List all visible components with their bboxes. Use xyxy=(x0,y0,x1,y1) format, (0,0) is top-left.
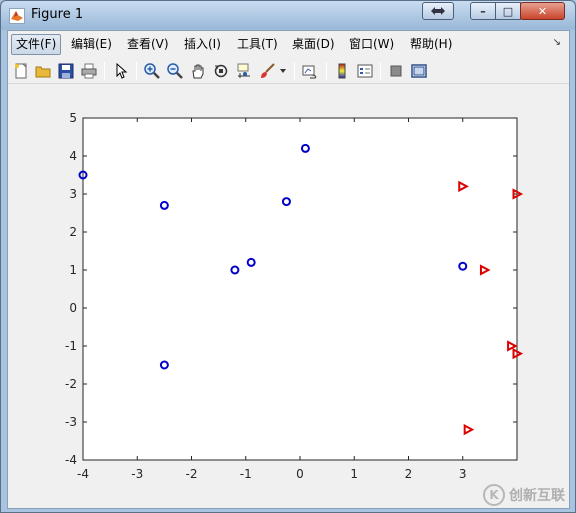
watermark-logo-icon: K xyxy=(483,484,505,506)
x-tick-label: 3 xyxy=(459,467,467,481)
restore-pane-icon[interactable] xyxy=(422,2,454,20)
figure-toolbar xyxy=(8,58,569,84)
watermark-text: 创新互联 xyxy=(509,488,565,504)
y-tick-label: 0 xyxy=(69,301,77,315)
watermark: K 创新互联 xyxy=(483,484,565,506)
print-icon[interactable] xyxy=(79,61,99,81)
y-tick-labels: -4 -3 -2 -1 0 1 2 3 4 5 xyxy=(65,111,77,467)
toolbar-separator xyxy=(104,62,105,80)
axes-box[interactable] xyxy=(82,117,518,461)
y-tick-label: -1 xyxy=(65,339,77,353)
x-tick-label: 1 xyxy=(350,467,358,481)
save-icon[interactable] xyxy=(56,61,76,81)
toolbar-separator xyxy=(136,62,137,80)
link-plot-icon[interactable] xyxy=(300,61,320,81)
brush-icon[interactable] xyxy=(257,61,277,81)
pointer-icon[interactable] xyxy=(111,61,131,81)
hide-plot-tools-icon[interactable] xyxy=(386,61,406,81)
menu-file[interactable]: 文件(F) xyxy=(11,34,62,55)
x-tick-label: -1 xyxy=(240,467,252,481)
dropdown-arrow-icon[interactable] xyxy=(278,61,288,81)
menu-help[interactable]: 帮助(H) xyxy=(405,34,457,55)
x-tick-label: 2 xyxy=(405,467,413,481)
pan-hand-icon[interactable] xyxy=(188,61,208,81)
y-tick-label: 1 xyxy=(69,263,77,277)
y-tick-label: -3 xyxy=(65,415,77,429)
zoom-out-icon[interactable] xyxy=(165,61,185,81)
x-tick-label: -4 xyxy=(77,467,89,481)
figure-window: Figure 1 – □ ✕ 文件(F) 编辑(E) 查看(V) 插入(I) 工… xyxy=(0,0,576,513)
show-plot-tools-icon[interactable] xyxy=(409,61,429,81)
x-tick-label: -3 xyxy=(131,467,143,481)
data-cursor-icon[interactable] xyxy=(234,61,254,81)
y-tick-label: 2 xyxy=(69,225,77,239)
toolbar-separator xyxy=(294,62,295,80)
x-tick-label: -2 xyxy=(186,467,198,481)
figure-canvas[interactable]: -4 -3 -2 -1 0 1 2 3 -4 -3 -2 -1 0 1 2 3 4 5 xyxy=(8,85,569,508)
toolbar-separator xyxy=(326,62,327,80)
rotate-3d-icon[interactable] xyxy=(211,61,231,81)
maximize-button[interactable]: □ xyxy=(495,2,521,20)
window-title: Figure 1 xyxy=(31,7,84,22)
matlab-logo-icon xyxy=(9,8,25,24)
y-tick-label: 3 xyxy=(69,187,77,201)
legend-icon[interactable] xyxy=(355,61,375,81)
menu-desktop[interactable]: 桌面(D) xyxy=(287,34,340,55)
toolbar-separator xyxy=(380,62,381,80)
minimize-button[interactable]: – xyxy=(470,2,496,20)
x-tick-labels: -4 -3 -2 -1 0 1 2 3 xyxy=(77,467,467,481)
menu-view[interactable]: 查看(V) xyxy=(122,34,174,55)
menu-edit[interactable]: 编辑(E) xyxy=(66,34,117,55)
chevron-overflow-icon[interactable]: ↘ xyxy=(553,37,561,48)
zoom-in-icon[interactable] xyxy=(142,61,162,81)
y-tick-label: 4 xyxy=(69,149,77,163)
y-tick-label: -2 xyxy=(65,377,77,391)
title-bar[interactable]: Figure 1 – □ ✕ xyxy=(1,1,575,30)
menu-tools[interactable]: 工具(T) xyxy=(232,34,283,55)
x-tick-label: 0 xyxy=(296,467,304,481)
figure-client-area: 文件(F) 编辑(E) 查看(V) 插入(I) 工具(T) 桌面(D) 窗口(W… xyxy=(7,30,570,509)
close-button[interactable]: ✕ xyxy=(520,2,565,20)
colorbar-icon[interactable] xyxy=(332,61,352,81)
menu-bar: 文件(F) 编辑(E) 查看(V) 插入(I) 工具(T) 桌面(D) 窗口(W… xyxy=(8,31,569,57)
new-figure-icon[interactable] xyxy=(11,61,31,81)
y-tick-label: 5 xyxy=(69,111,77,125)
y-tick-label: -4 xyxy=(65,453,77,467)
menu-window[interactable]: 窗口(W) xyxy=(344,34,399,55)
scatter-plot[interactable]: -4 -3 -2 -1 0 1 2 3 -4 -3 -2 -1 0 1 2 3 4 5 xyxy=(8,85,569,508)
open-file-icon[interactable] xyxy=(33,61,53,81)
menu-insert[interactable]: 插入(I) xyxy=(179,34,226,55)
